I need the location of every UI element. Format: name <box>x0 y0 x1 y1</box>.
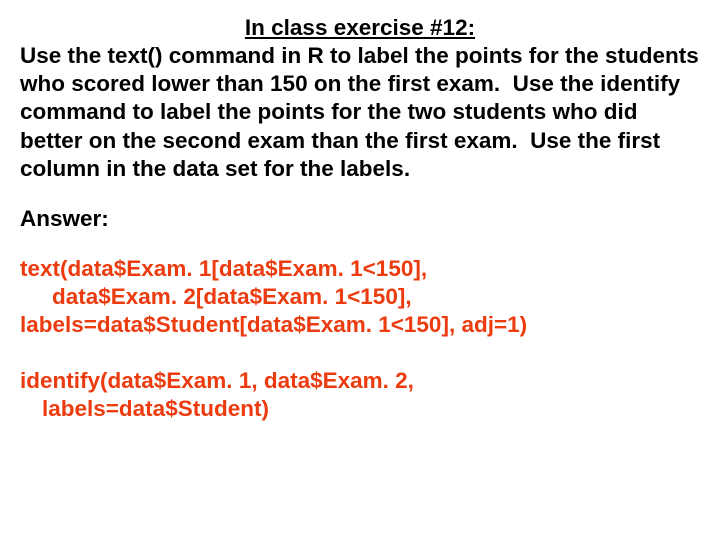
code-line: text(data$Exam. 1[data$Exam. 1<150], <box>20 255 700 283</box>
code-line: labels=data$Student[data$Exam. 1<150], a… <box>20 311 700 339</box>
code-block-identify: identify(data$Exam. 1, data$Exam. 2, lab… <box>20 367 700 423</box>
code-line: labels=data$Student) <box>20 395 700 423</box>
exercise-title: In class exercise #12: <box>20 14 700 42</box>
code-block-text: text(data$Exam. 1[data$Exam. 1<150], dat… <box>20 255 700 339</box>
answer-label: Answer: <box>20 205 700 233</box>
exercise-prompt: Use the text() command in R to label the… <box>20 42 700 183</box>
code-line: data$Exam. 2[data$Exam. 1<150], <box>20 283 700 311</box>
slide: In class exercise #12: Use the text() co… <box>0 0 720 424</box>
code-line: identify(data$Exam. 1, data$Exam. 2, <box>20 367 700 395</box>
